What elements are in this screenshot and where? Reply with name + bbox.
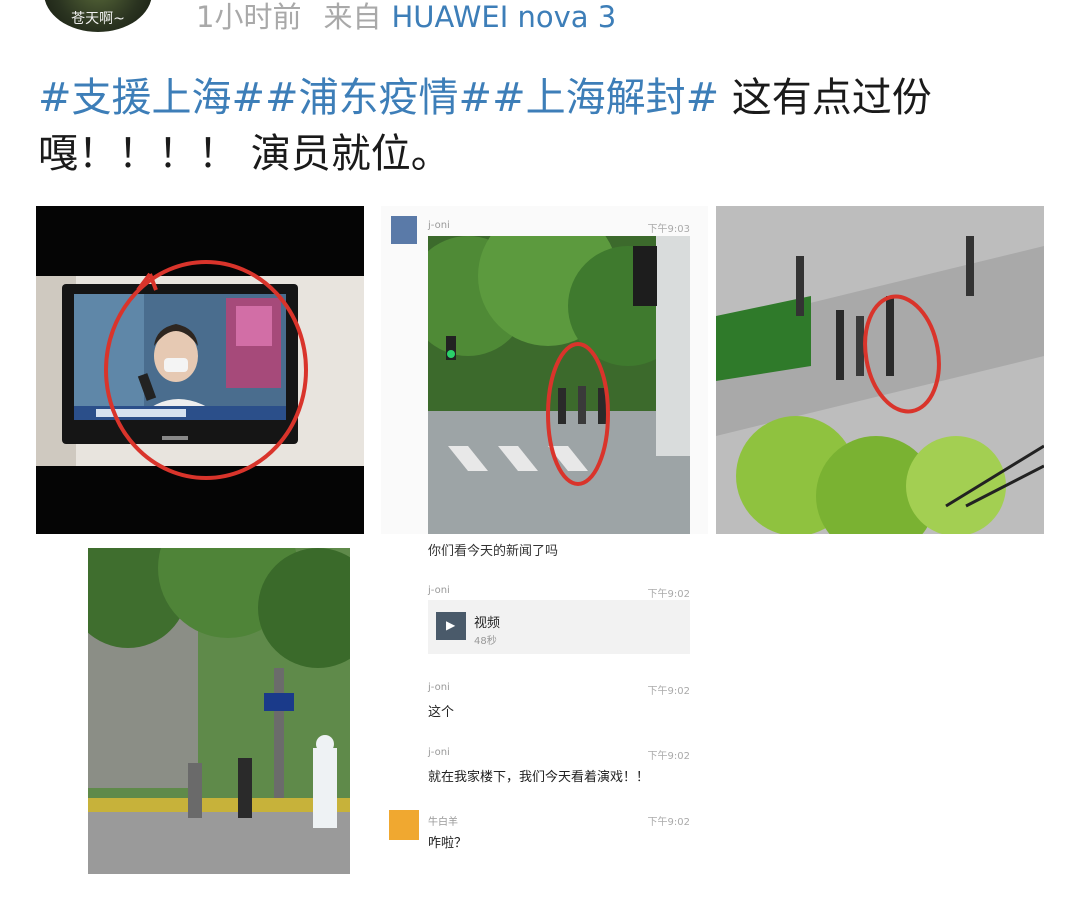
tv-photo-illustration xyxy=(36,260,364,480)
avatar[interactable]: 苍天啊~ xyxy=(44,0,152,32)
photo-tv-news[interactable] xyxy=(36,206,364,534)
photo-chat-messages[interactable]: 你们看今天的新闻了吗 j-oni 下午9:02 ▶ 视频 48秒 j-oni 下… xyxy=(381,538,708,874)
chat-sender: j-oni xyxy=(428,747,450,758)
chat-time: 下午9:02 xyxy=(647,751,690,762)
chat-partial-line: 你们看今天的新闻了吗 xyxy=(428,544,559,559)
aerial-photo-illustration xyxy=(716,206,1044,534)
photo-aerial-crossing[interactable] xyxy=(716,206,1044,534)
street-photo-illustration xyxy=(428,236,690,534)
chat-sender: 牛白羊 xyxy=(428,817,458,828)
photo-street-workers[interactable] xyxy=(88,548,350,874)
post-time: 1小时前 xyxy=(196,0,302,34)
chat-avatar xyxy=(389,810,419,840)
chat-time: 下午9:02 xyxy=(647,686,690,697)
video-thumbnail: ▶ xyxy=(436,612,466,640)
chat-video-card[interactable]: ▶ 视频 48秒 xyxy=(428,600,690,654)
post-text: #支援上海##浦东疫情##上海解封# 这有点过份嘎！！！！ 演员就位。 xyxy=(38,70,1038,182)
chat-message: 咋啦？ xyxy=(428,836,468,851)
chat-sender: j-oni xyxy=(428,682,450,693)
hashtag-pudong-epidemic[interactable]: #浦东疫情# xyxy=(265,75,492,121)
chat-message: 这个 xyxy=(428,705,455,720)
chat-message: 就在我家楼下，我们今天看着演戏！！ xyxy=(428,770,650,785)
hashtag-shanghai-unlock[interactable]: #上海解封# xyxy=(492,75,719,121)
hashtag-support-shanghai[interactable]: #支援上海# xyxy=(38,75,265,121)
device-link[interactable]: HUAWEI nova 3 xyxy=(391,0,616,34)
play-icon: ▶ xyxy=(446,618,456,632)
chat-avatar xyxy=(391,216,417,244)
chat-time: 下午9:02 xyxy=(647,817,690,828)
source-prefix: 来自 xyxy=(323,0,382,34)
post-meta: 1小时前 来自 HUAWEI nova 3 xyxy=(196,0,616,36)
photo-chat-street[interactable]: j-oni 下午9:03 xyxy=(381,206,708,534)
street-workers-illustration xyxy=(88,548,350,874)
avatar-name: 苍天啊~ xyxy=(71,11,125,27)
chat-time: 下午9:02 xyxy=(647,589,690,600)
chat-sender: j-oni xyxy=(428,220,450,231)
video-label: 视频 xyxy=(474,616,501,631)
chat-sender: j-oni xyxy=(428,585,450,596)
video-duration: 48秒 xyxy=(474,636,497,647)
chat-time: 下午9:03 xyxy=(647,224,690,235)
